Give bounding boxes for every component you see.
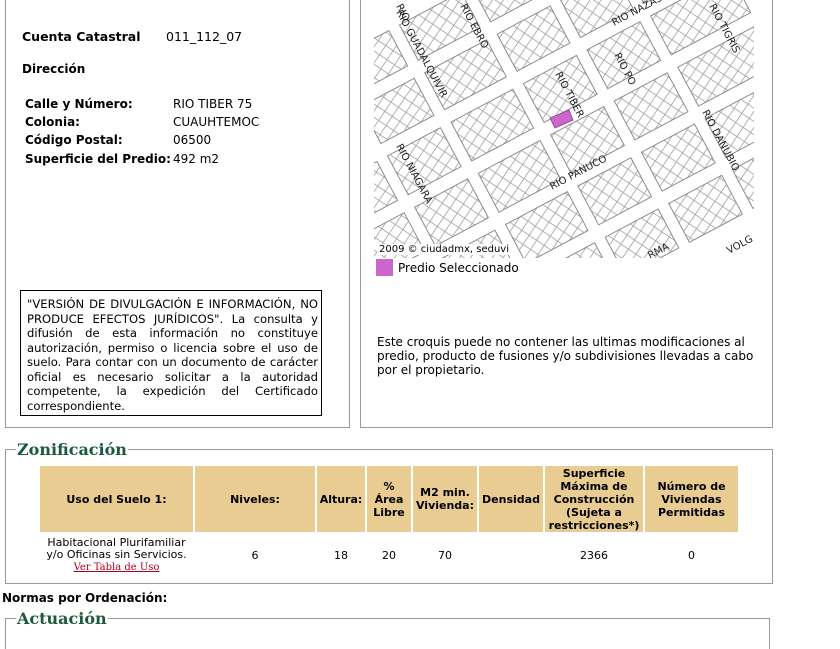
cell-superficie: 2366	[580, 548, 608, 562]
header-superficie: Superficie Máxima de Construcción (Sujet…	[545, 466, 643, 532]
croquis-note: Este croquis puede no contener las ultim…	[377, 335, 754, 377]
map-copyright: 2009 © ciudadmx, seduvi	[377, 244, 512, 255]
cell-densidad	[479, 534, 543, 576]
legend-label: Predio Seleccionado	[398, 261, 519, 275]
zonificacion-table: Uso del Suelo 1: Niveles: Altura: % Área…	[38, 464, 740, 578]
cadastral-map[interactable]: RIO GUADALQUIVIR RIO EBRO RIO RIO NAZAS …	[374, 0, 754, 258]
table-row: Habitacional Plurifamiliar y/o Oficinas …	[40, 534, 738, 576]
ver-tabla-uso-link[interactable]: Ver Tabla de Uso	[74, 562, 160, 573]
calle-label: Calle y Número:	[25, 97, 133, 111]
header-m2-vivienda: M2 min. Vivienda:	[413, 466, 477, 532]
header-area-libre: % Área Libre	[367, 466, 411, 532]
codigo-postal-value: 06500	[173, 133, 212, 147]
cell-uso: Habitacional Plurifamiliar y/o Oficinas …	[46, 535, 187, 573]
legend-swatch	[376, 259, 393, 276]
superficie-value: 492 m2	[173, 152, 220, 166]
zonificacion-title: Zonificación	[17, 440, 127, 459]
colonia-label: Colonia:	[25, 115, 80, 129]
cuenta-catastral-value: 011_112_07	[166, 29, 243, 44]
actuacion-title: Actuación	[17, 609, 107, 628]
calle-value: RIO TIBER 75	[173, 97, 253, 111]
direccion-heading: Dirección	[22, 62, 86, 76]
header-altura: Altura:	[317, 466, 365, 532]
header-uso: Uso del Suelo 1:	[40, 466, 193, 532]
superficie-label: Superficie del Predio:	[25, 152, 171, 166]
header-num-viviendas: Número de Viviendas Permitidas	[645, 466, 738, 532]
actuacion-section: Actuación	[5, 609, 770, 649]
street-label-volg: VOLG	[725, 234, 754, 257]
header-niveles: Niveles:	[195, 466, 315, 532]
cell-area-libre: 20	[382, 548, 396, 562]
colonia-value: CUAUHTEMOC	[173, 115, 260, 129]
cell-num-viviendas: 0	[688, 548, 695, 562]
normas-title: Normas por Ordenación:	[2, 591, 168, 605]
legal-notice: "VERSIÓN DE DIVULGACIÓN E INFORMACIÓN, N…	[20, 290, 322, 416]
cell-altura: 18	[334, 548, 348, 562]
codigo-postal-label: Código Postal:	[25, 133, 123, 147]
cuenta-catastral-label: Cuenta Catastral	[22, 29, 141, 44]
cell-niveles: 6	[251, 548, 259, 562]
header-densidad: Densidad	[479, 466, 543, 532]
cell-m2-vivienda: 70	[438, 548, 452, 562]
